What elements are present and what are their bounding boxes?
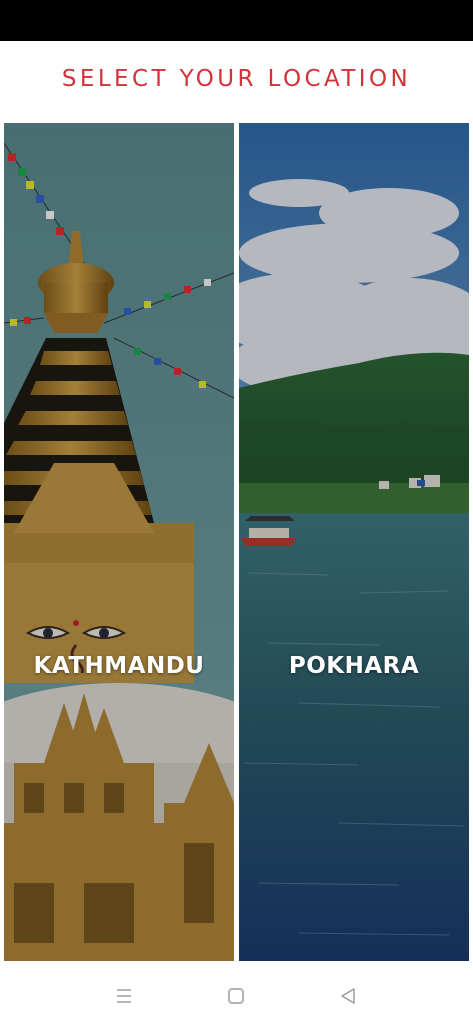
location-label-pokhara: POKHARA (288, 653, 420, 679)
navigation-bar (0, 962, 473, 1024)
page-title: SELECT YOUR LOCATION (61, 66, 412, 92)
location-label-kathmandu: KATHMANDU (33, 653, 205, 679)
home-icon[interactable] (226, 986, 246, 1006)
menu-icon[interactable] (114, 986, 134, 1006)
back-icon[interactable] (338, 986, 358, 1006)
pokhara-overlay (239, 123, 469, 961)
location-card-kathmandu[interactable]: KATHMANDU (4, 123, 234, 961)
location-card-pokhara[interactable]: POKHARA (239, 123, 469, 961)
status-bar (0, 0, 473, 41)
kathmandu-overlay (4, 123, 234, 961)
